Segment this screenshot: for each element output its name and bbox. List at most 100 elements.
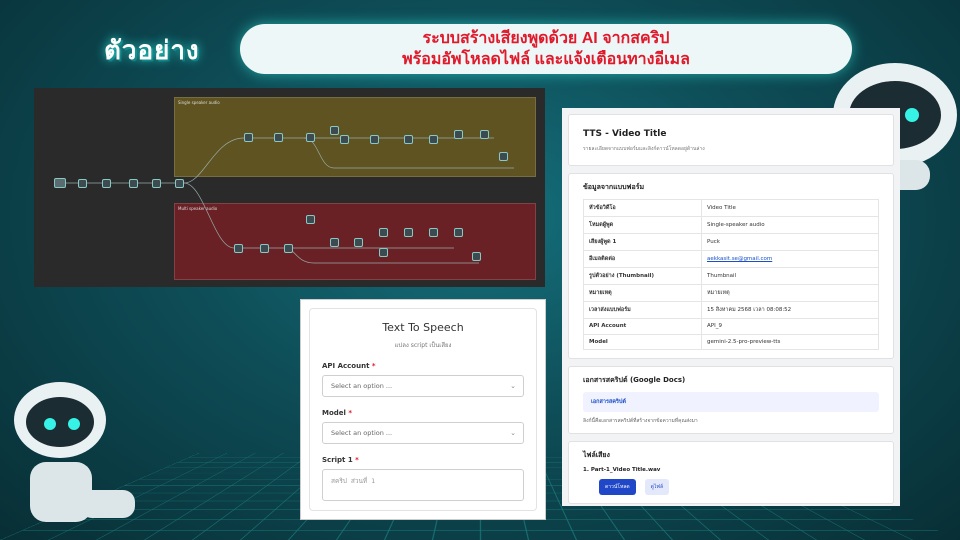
form-data-card: ข้อมูลจากแบบฟอร์ม หัวข้อวิดีโอ Video Titl… bbox=[568, 173, 894, 360]
email-header-card: TTS - Video Title รายละเอียดจากแบบฟอร์มแ… bbox=[568, 114, 894, 166]
email-subtitle: รายละเอียดจากแบบฟอร์มและลิงก์ดาวน์โหลดอย… bbox=[583, 146, 705, 152]
workflow-node[interactable] bbox=[340, 135, 349, 144]
doc-card: เอกสารสคริปต์ (Google Docs) เอกสารสคริปต… bbox=[568, 366, 894, 435]
api-account-select[interactable]: Select an option ... ⌄ bbox=[322, 375, 524, 397]
api-account-placeholder: Select an option ... bbox=[331, 382, 393, 390]
doc-note: ลิงก์นี้คือเอกสารสคริปต์ที่สร้างจากข้อคว… bbox=[583, 418, 698, 425]
script-1-placeholder: สคริป ส่วนที่ 1 bbox=[331, 477, 376, 485]
form-data-table: หัวข้อวิดีโอ Video Title โหมดผู้พูด Single-… bbox=[583, 199, 879, 351]
workflow-node[interactable] bbox=[175, 179, 184, 188]
workflow-node[interactable] bbox=[429, 135, 438, 144]
script-1-textarea[interactable]: สคริป ส่วนที่ 1 bbox=[322, 469, 524, 501]
script-1-label: Script 1 * bbox=[322, 456, 524, 464]
form-data-key: API Account bbox=[583, 318, 702, 335]
workflow-node[interactable] bbox=[354, 238, 363, 247]
workflow-node[interactable] bbox=[330, 126, 339, 135]
form-data-key: เสียงผู้พูด 1 bbox=[583, 233, 702, 251]
email-preview: TTS - Video Title รายละเอียดจากแบบฟอร์มแ… bbox=[562, 108, 900, 506]
files-card: ไฟล์เสียง 1. Part-1_Video Title.wav ดาวน… bbox=[568, 441, 894, 505]
required-mark: * bbox=[371, 362, 376, 370]
model-placeholder: Select an option ... bbox=[331, 429, 393, 437]
workflow-node[interactable] bbox=[429, 228, 438, 237]
workflow-node[interactable] bbox=[480, 130, 489, 139]
example-label: ตัวอย่าง bbox=[104, 36, 200, 66]
workflow-node[interactable] bbox=[102, 179, 111, 188]
doc-link[interactable]: เอกสารสคริปต์ bbox=[583, 392, 879, 413]
form-data-row: เวลาส่งแบบฟอร์ม 15 สิงหาคม 2568 เวลา 08:0… bbox=[583, 301, 879, 319]
form-data-value: gemini-2.5-pro-preview-tts bbox=[701, 333, 879, 351]
chevron-down-icon: ⌄ bbox=[510, 429, 516, 437]
workflow-node[interactable] bbox=[129, 179, 138, 188]
workflow-node[interactable] bbox=[379, 228, 388, 237]
form-subtitle: แปลง script เป็นเสียง bbox=[394, 342, 452, 349]
workflow-node[interactable] bbox=[370, 135, 379, 144]
robot-left-icon bbox=[14, 382, 135, 522]
form-title: Text To Speech bbox=[382, 321, 464, 334]
audio-file-name: 1. Part-1_Video Title.wav bbox=[583, 467, 661, 474]
form-data-row: API Account API_9 bbox=[583, 318, 879, 335]
workflow-node[interactable] bbox=[379, 248, 388, 257]
form-data-value: Video Title bbox=[701, 199, 879, 217]
form-data-key: อีเมลติดต่อ bbox=[583, 250, 702, 268]
title-line-1: ระบบสร้างเสียงพูดด้วย AI จากสคริป bbox=[422, 30, 670, 47]
form-data-value: Single-speaker audio bbox=[701, 216, 879, 234]
chevron-down-icon: ⌄ bbox=[510, 382, 516, 390]
form-data-row: รูปตัวอย่าง (Thumbnail) Thumbnail bbox=[583, 267, 879, 285]
workflow-node[interactable] bbox=[404, 135, 413, 144]
workflow-node[interactable] bbox=[78, 179, 87, 188]
form-data-row: เสียงผู้พูด 1 Puck bbox=[583, 233, 879, 251]
workflow-node[interactable] bbox=[284, 244, 293, 253]
title-banner: ระบบสร้างเสียงพูดด้วย AI จากสคริป พร้อมอ… bbox=[240, 24, 852, 74]
form-data-title: ข้อมูลจากแบบฟอร์ม bbox=[583, 183, 645, 191]
title-line-2: พร้อมอัพโหลดไฟล์ และแจ้งเตือนทางอีเมล bbox=[402, 51, 690, 68]
workflow-node[interactable] bbox=[404, 228, 413, 237]
form-data-row: หมายเหตุ หมายเหตุ bbox=[583, 284, 879, 302]
workflow-node[interactable] bbox=[499, 152, 508, 161]
form-data-key: Model bbox=[583, 333, 702, 351]
script-1-label-text: Script 1 bbox=[322, 456, 353, 464]
workflow-node[interactable] bbox=[330, 238, 339, 247]
workflow-node[interactable] bbox=[306, 133, 315, 142]
workflow-connections bbox=[62, 137, 514, 264]
form-data-row: หัวข้อวิดีโอ Video Title bbox=[583, 199, 879, 217]
form-data-key: หัวข้อวิดีโอ bbox=[583, 199, 702, 217]
form-data-value: หมายเหตุ bbox=[701, 284, 879, 302]
model-select[interactable]: Select an option ... ⌄ bbox=[322, 422, 524, 444]
form-data-key: หมายเหตุ bbox=[583, 284, 702, 302]
email-title: TTS - Video Title bbox=[583, 129, 667, 139]
tts-form-panel: Text To Speech แปลง script เป็นเสียง API… bbox=[300, 299, 546, 520]
form-data-value[interactable]: aekkasit.se@gmail.com bbox=[701, 250, 879, 268]
api-account-label: API Account * bbox=[322, 362, 524, 370]
form-data-row: โหมดผู้พูด Single-speaker audio bbox=[583, 216, 879, 234]
form-data-value: 15 สิงหาคม 2568 เวลา 08:08:52 bbox=[701, 301, 879, 319]
required-mark: * bbox=[348, 409, 353, 417]
workflow-node[interactable] bbox=[454, 228, 463, 237]
form-data-row: Model gemini-2.5-pro-preview-tts bbox=[583, 333, 879, 351]
form-data-value: Thumbnail bbox=[701, 267, 879, 285]
form-data-key: รูปตัวอย่าง (Thumbnail) bbox=[583, 267, 702, 285]
workflow-node[interactable] bbox=[54, 178, 66, 188]
workflow-node[interactable] bbox=[152, 179, 161, 188]
workflow-node[interactable] bbox=[260, 244, 269, 253]
form-data-key: เวลาส่งแบบฟอร์ม bbox=[583, 301, 702, 319]
doc-section-title: เอกสารสคริปต์ (Google Docs) bbox=[583, 376, 686, 385]
workflow-canvas[interactable]: Single speaker audio Multi speaker audio bbox=[34, 88, 545, 287]
required-mark: * bbox=[355, 456, 359, 464]
workflow-node[interactable] bbox=[274, 133, 283, 142]
workflow-node[interactable] bbox=[454, 130, 463, 139]
workflow-node[interactable] bbox=[234, 244, 243, 253]
form-data-value: Puck bbox=[701, 233, 879, 251]
form-data-value: API_9 bbox=[701, 318, 879, 335]
workflow-node[interactable] bbox=[472, 252, 481, 261]
workflow-node[interactable] bbox=[306, 215, 315, 224]
model-label: Model * bbox=[322, 409, 524, 417]
download-button[interactable]: ดาวน์โหลด bbox=[599, 479, 636, 496]
tts-form: Text To Speech แปลง script เป็นเสียง API… bbox=[309, 308, 537, 511]
view-file-button[interactable]: ดูไฟล์ bbox=[644, 479, 670, 496]
model-label-text: Model bbox=[322, 409, 346, 417]
files-section-title: ไฟล์เสียง bbox=[583, 451, 610, 460]
form-data-key: โหมดผู้พูด bbox=[583, 216, 702, 234]
form-data-row: อีเมลติดต่อ aekkasit.se@gmail.com bbox=[583, 250, 879, 268]
workflow-node[interactable] bbox=[244, 133, 253, 142]
api-account-label-text: API Account bbox=[322, 362, 370, 370]
